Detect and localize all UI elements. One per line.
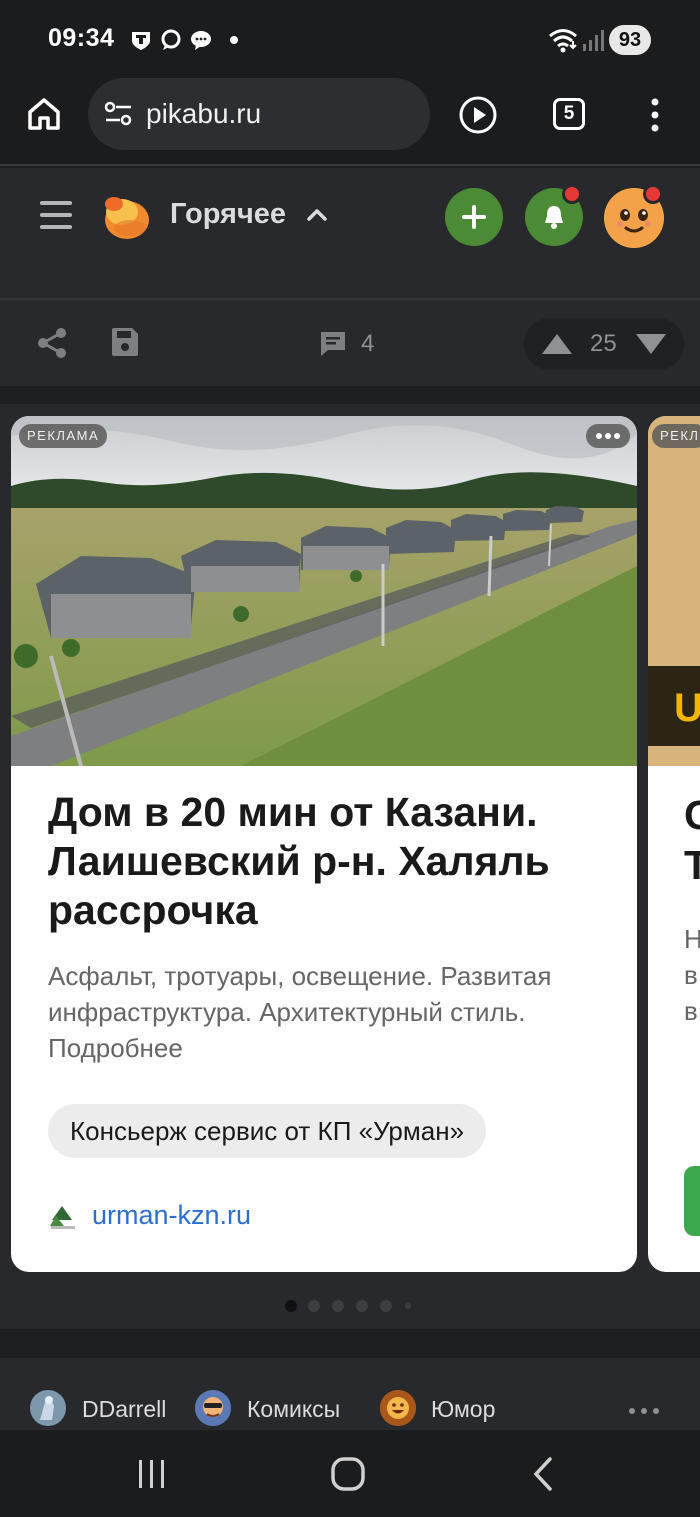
wifi-icon [549,29,577,53]
ad-description: Асфальт, тротуары, освещение. Развитая и… [48,961,552,1063]
post-actions: 4 25 [0,268,700,386]
shield-notification-icon [132,32,150,50]
status-bar: 09:34 93 [0,0,700,78]
pager-dot[interactable] [308,1300,320,1312]
next-ad-desc-line1: Н [684,924,700,954]
pager-dot[interactable] [405,1303,411,1309]
browser-toolbar: pikabu.ru 5 [0,78,700,166]
tabs-icon[interactable]: 5 [553,98,585,130]
dot-icon [230,36,238,44]
signal-icon [583,30,604,51]
ad-sitelink-chip[interactable]: Консьерж сервис от КП «Урман» [48,1104,487,1158]
ad-carousel: РЕКЛАМА Дом в 20 мин от Казани. Лаишевск… [0,404,700,1329]
pager-dot[interactable] [380,1300,392,1312]
status-time: 09:34 [48,24,115,52]
next-ad-image-letter: U [674,686,700,730]
comment-count: 4 [361,330,375,357]
bell-icon [545,206,563,229]
divider [0,298,700,300]
back-icon[interactable] [530,1456,556,1492]
url-text: pikabu.ru [146,98,262,129]
pager-dot-active[interactable] [285,1300,297,1312]
ad-badge: РЕКЛАМА [19,424,108,448]
add-icon [462,205,486,229]
more-horizontal-icon [605,433,611,439]
home-nav-icon[interactable] [330,1456,366,1492]
ad-image [11,416,637,766]
comics-avatar-image [195,1390,231,1426]
save-icon[interactable] [110,326,140,358]
address-bar[interactable]: pikabu.ru [88,78,430,150]
ad-domain-link[interactable]: urman-kzn.ru [92,1200,251,1231]
battery-level: 93 [609,25,651,55]
system-nav-bar [0,1430,700,1517]
comment-icon[interactable] [318,329,348,359]
post-tags-row: DDarrell Комиксы Юмор [0,1358,700,1430]
pikabu-logo[interactable] [100,190,152,242]
author-name[interactable]: DDarrell [82,1396,166,1423]
downvote-icon[interactable] [634,332,668,356]
ad-options-button[interactable] [586,424,630,448]
community-avatar-humor[interactable] [380,1390,416,1426]
ad-card[interactable]: РЕКЛАМА Дом в 20 мин от Казани. Лаишевск… [11,416,637,1272]
menu-icon[interactable] [38,198,74,232]
next-ad-desc-line2: в [684,960,698,990]
recent-apps-icon[interactable] [135,1457,169,1491]
humor-avatar-image [380,1390,416,1426]
favicon-icon [50,1206,75,1229]
site-settings-icon[interactable] [104,100,134,128]
pager-dot[interactable] [332,1300,344,1312]
community-avatar-comics[interactable] [195,1390,231,1426]
ad-title[interactable]: Дом в 20 мин от Казани. Лаишевский р-н. … [48,788,608,935]
chat-bubble-icon [161,29,181,50]
more-vertical-icon[interactable] [645,95,665,135]
notification-dot [643,184,663,204]
section-title[interactable]: Горячее [170,198,286,231]
add-post-button[interactable] [445,188,503,246]
play-icon[interactable] [458,95,498,135]
pager-dot[interactable] [356,1300,368,1312]
notification-dot [562,184,582,204]
next-ad-badge: РЕКЛ [652,424,700,448]
author-avatar[interactable] [30,1390,66,1426]
next-ad-card[interactable]: U РЕКЛ С Т Н в в [648,416,700,1272]
site-header: Горячее [0,168,700,268]
more-horizontal-icon [614,433,620,439]
upvote-icon[interactable] [540,332,574,356]
next-ad-title-line2: Т [684,842,700,888]
next-ad-title-line1: С [684,792,700,838]
home-icon[interactable] [26,96,62,132]
community-comics[interactable]: Комиксы [247,1396,340,1423]
more-horizontal-icon[interactable] [628,1406,660,1416]
rating-value: 25 [590,330,617,357]
more-horizontal-icon [596,433,602,439]
message-icon [191,31,211,50]
next-ad-desc-line3: в [684,996,698,1026]
community-humor[interactable]: Юмор [431,1396,495,1423]
rating-control: 25 [524,318,684,370]
share-icon[interactable] [36,327,68,359]
next-ad-cta-button[interactable] [684,1166,700,1236]
author-avatar-image [30,1390,66,1426]
chevron-up-icon[interactable] [306,204,328,226]
